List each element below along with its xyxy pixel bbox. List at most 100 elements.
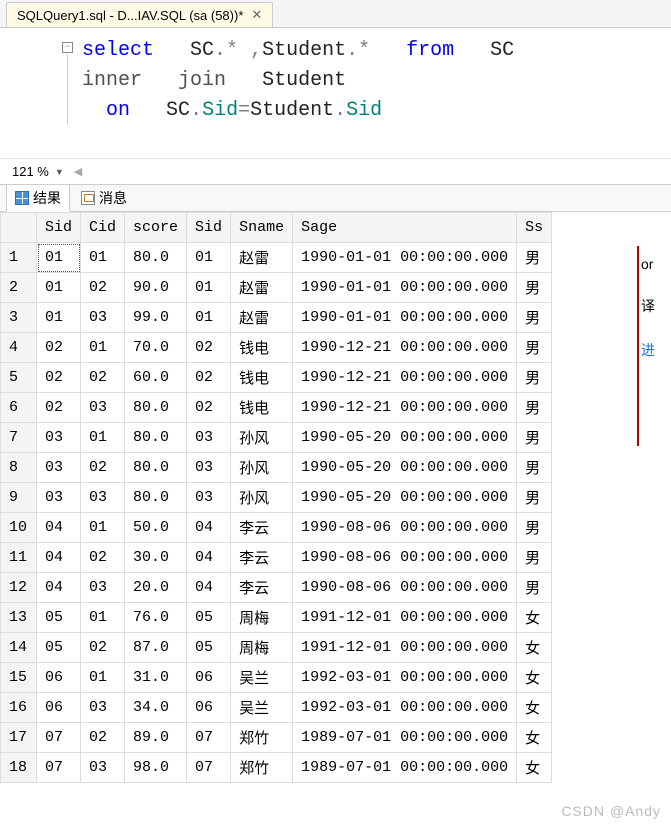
- data-cell[interactable]: 20.0: [125, 573, 187, 603]
- data-cell[interactable]: 01: [187, 273, 231, 303]
- table-row[interactable]: 9030380.003孙风1990-05-20 00:00:00.000男: [1, 483, 552, 513]
- data-cell[interactable]: 1990-01-01 00:00:00.000: [293, 243, 517, 273]
- data-cell[interactable]: 李云: [231, 573, 293, 603]
- data-cell[interactable]: 男: [517, 363, 552, 393]
- data-cell[interactable]: 女: [517, 753, 552, 783]
- data-cell[interactable]: 01: [81, 663, 125, 693]
- table-row[interactable]: 13050176.005周梅1991-12-01 00:00:00.000女: [1, 603, 552, 633]
- data-cell[interactable]: 04: [187, 543, 231, 573]
- data-cell[interactable]: 02: [187, 393, 231, 423]
- data-cell[interactable]: 1990-01-01 00:00:00.000: [293, 303, 517, 333]
- results-table[interactable]: Sid Cid score Sid Sname Sage Ss 1010180.…: [0, 212, 552, 783]
- table-row[interactable]: 2010290.001赵雷1990-01-01 00:00:00.000男: [1, 273, 552, 303]
- data-cell[interactable]: 男: [517, 273, 552, 303]
- data-cell[interactable]: 赵雷: [231, 273, 293, 303]
- col-header[interactable]: Sage: [293, 213, 517, 243]
- data-cell[interactable]: 02: [187, 333, 231, 363]
- table-row[interactable]: 5020260.002钱电1990-12-21 00:00:00.000男: [1, 363, 552, 393]
- tab-messages[interactable]: 消息: [72, 184, 136, 212]
- data-cell[interactable]: 06: [187, 693, 231, 723]
- table-row[interactable]: 6020380.002钱电1990-12-21 00:00:00.000男: [1, 393, 552, 423]
- data-cell[interactable]: 76.0: [125, 603, 187, 633]
- data-cell[interactable]: 03: [37, 483, 81, 513]
- data-cell[interactable]: 02: [81, 723, 125, 753]
- data-cell[interactable]: 男: [517, 513, 552, 543]
- data-cell[interactable]: 34.0: [125, 693, 187, 723]
- data-cell[interactable]: 1989-07-01 00:00:00.000: [293, 753, 517, 783]
- data-cell[interactable]: 1991-12-01 00:00:00.000: [293, 633, 517, 663]
- data-cell[interactable]: 03: [187, 423, 231, 453]
- data-cell[interactable]: 70.0: [125, 333, 187, 363]
- data-cell[interactable]: 1990-01-01 00:00:00.000: [293, 273, 517, 303]
- data-cell[interactable]: 01: [81, 513, 125, 543]
- data-cell[interactable]: 01: [81, 423, 125, 453]
- data-cell[interactable]: 80.0: [125, 453, 187, 483]
- data-cell[interactable]: 1992-03-01 00:00:00.000: [293, 693, 517, 723]
- data-cell[interactable]: 1992-03-01 00:00:00.000: [293, 663, 517, 693]
- data-cell[interactable]: 02: [81, 633, 125, 663]
- data-cell[interactable]: 04: [187, 573, 231, 603]
- data-cell[interactable]: 04: [37, 543, 81, 573]
- data-cell[interactable]: 80.0: [125, 393, 187, 423]
- data-cell[interactable]: 89.0: [125, 723, 187, 753]
- data-cell[interactable]: 03: [81, 693, 125, 723]
- data-cell[interactable]: 1990-12-21 00:00:00.000: [293, 363, 517, 393]
- data-cell[interactable]: 男: [517, 243, 552, 273]
- data-cell[interactable]: 31.0: [125, 663, 187, 693]
- data-cell[interactable]: 01: [187, 303, 231, 333]
- editor-tab[interactable]: SQLQuery1.sql - D...IAV.SQL (sa (58))* ✕: [6, 2, 273, 27]
- data-cell[interactable]: 男: [517, 483, 552, 513]
- data-cell[interactable]: 1990-12-21 00:00:00.000: [293, 333, 517, 363]
- data-cell[interactable]: 90.0: [125, 273, 187, 303]
- data-cell[interactable]: 07: [187, 723, 231, 753]
- table-row[interactable]: 3010399.001赵雷1990-01-01 00:00:00.000男: [1, 303, 552, 333]
- data-cell[interactable]: 50.0: [125, 513, 187, 543]
- nav-left-icon[interactable]: ◀: [74, 165, 82, 178]
- data-cell[interactable]: 07: [37, 753, 81, 783]
- close-icon[interactable]: ✕: [251, 7, 262, 23]
- data-cell[interactable]: 05: [187, 603, 231, 633]
- data-cell[interactable]: 07: [187, 753, 231, 783]
- data-cell[interactable]: 男: [517, 573, 552, 603]
- data-cell[interactable]: 03: [81, 483, 125, 513]
- data-cell[interactable]: 03: [81, 303, 125, 333]
- data-cell[interactable]: 1990-05-20 00:00:00.000: [293, 483, 517, 513]
- table-row[interactable]: 10040150.004李云1990-08-06 00:00:00.000男: [1, 513, 552, 543]
- data-cell[interactable]: 1990-12-21 00:00:00.000: [293, 393, 517, 423]
- data-cell[interactable]: 07: [37, 723, 81, 753]
- data-cell[interactable]: 郑竹: [231, 753, 293, 783]
- data-cell[interactable]: 女: [517, 723, 552, 753]
- data-cell[interactable]: 05: [37, 603, 81, 633]
- data-cell[interactable]: 01: [37, 273, 81, 303]
- chevron-down-icon[interactable]: ▼: [55, 167, 64, 177]
- data-cell[interactable]: 02: [81, 273, 125, 303]
- data-cell[interactable]: 03: [81, 753, 125, 783]
- data-cell[interactable]: 周梅: [231, 603, 293, 633]
- data-cell[interactable]: 03: [81, 573, 125, 603]
- fold-icon[interactable]: −: [62, 42, 73, 53]
- data-cell[interactable]: 周梅: [231, 633, 293, 663]
- data-cell[interactable]: 01: [37, 243, 81, 273]
- data-cell[interactable]: 赵雷: [231, 243, 293, 273]
- zoom-level[interactable]: 121 %: [10, 164, 51, 179]
- table-row[interactable]: 14050287.005周梅1991-12-01 00:00:00.000女: [1, 633, 552, 663]
- data-cell[interactable]: 02: [37, 363, 81, 393]
- data-cell[interactable]: 李云: [231, 513, 293, 543]
- data-cell[interactable]: 06: [37, 663, 81, 693]
- col-header[interactable]: score: [125, 213, 187, 243]
- data-cell[interactable]: 郑竹: [231, 723, 293, 753]
- data-cell[interactable]: 80.0: [125, 243, 187, 273]
- data-cell[interactable]: 01: [81, 333, 125, 363]
- data-cell[interactable]: 05: [187, 633, 231, 663]
- sql-editor[interactable]: − select SC.* ,Student.* from SC inner j…: [0, 28, 671, 158]
- table-row[interactable]: 15060131.006吴兰1992-03-01 00:00:00.000女: [1, 663, 552, 693]
- data-cell[interactable]: 1989-07-01 00:00:00.000: [293, 723, 517, 753]
- table-row[interactable]: 12040320.004李云1990-08-06 00:00:00.000男: [1, 573, 552, 603]
- data-cell[interactable]: 男: [517, 423, 552, 453]
- data-cell[interactable]: 男: [517, 453, 552, 483]
- data-cell[interactable]: 1991-12-01 00:00:00.000: [293, 603, 517, 633]
- data-cell[interactable]: 1990-08-06 00:00:00.000: [293, 573, 517, 603]
- data-cell[interactable]: 01: [81, 603, 125, 633]
- col-header[interactable]: Ss: [517, 213, 552, 243]
- table-row[interactable]: 1010180.001赵雷1990-01-01 00:00:00.000男: [1, 243, 552, 273]
